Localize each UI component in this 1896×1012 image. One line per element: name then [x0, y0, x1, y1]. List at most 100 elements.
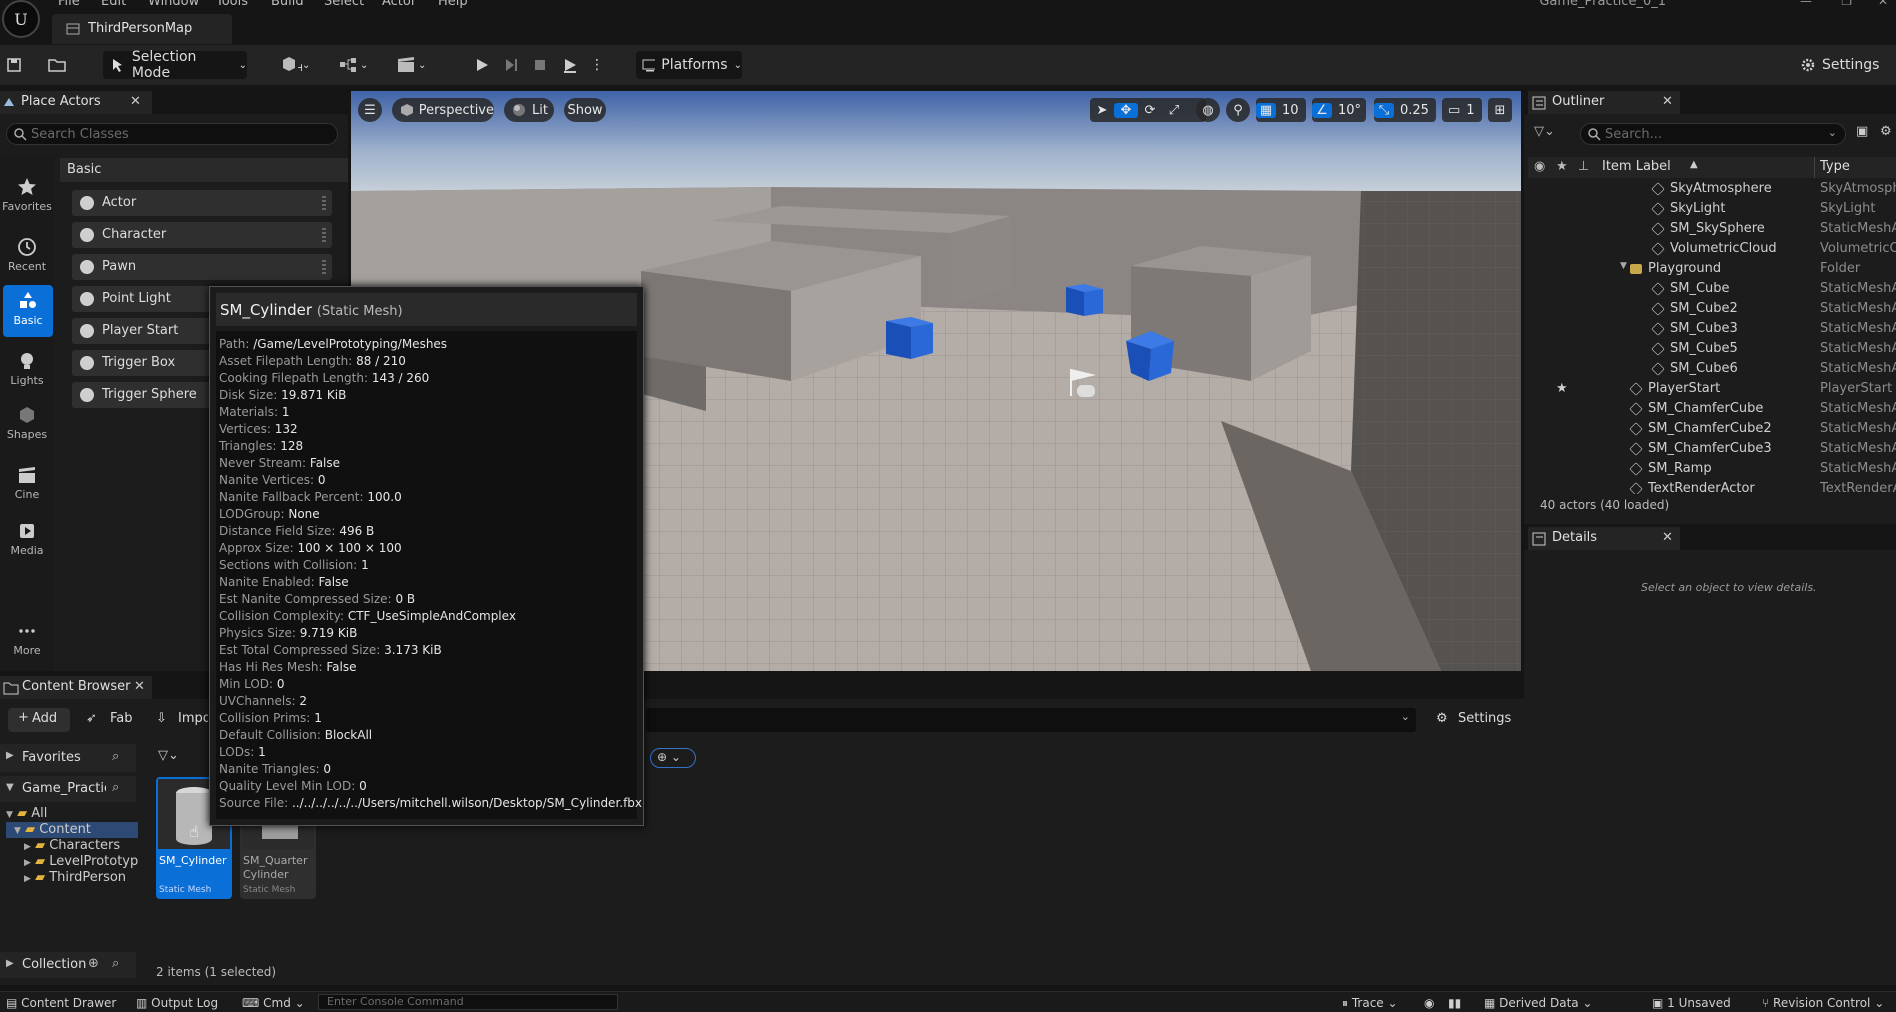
search-classes-input[interactable]: Search Classes — [6, 123, 338, 145]
close-icon[interactable]: ✕ — [1662, 94, 1673, 109]
actor-item-character[interactable]: Character — [72, 222, 332, 248]
grid-snap-toggle[interactable]: ▦ 10 — [1256, 98, 1306, 122]
platforms-dropdown[interactable]: Platforms ⌄ — [636, 51, 742, 79]
outliner-row[interactable]: SM_Cube StaticMeshActor — [1528, 279, 1896, 299]
rotation-snap-toggle[interactable]: ∠ 10° — [1312, 98, 1366, 122]
browse-folder-icon[interactable] — [48, 51, 72, 79]
close-icon[interactable]: ✕ — [130, 94, 141, 109]
outliner-row[interactable]: SkyLight SkyLight — [1528, 199, 1896, 219]
selection-mode-dropdown[interactable]: Selection Mode ⌄ — [103, 49, 247, 81]
stop-icon[interactable] — [532, 51, 556, 79]
add-actor-button[interactable]: + ⌄ — [280, 51, 322, 79]
tab-place-actors[interactable]: Place Actors ✕ — [0, 91, 152, 114]
outliner-row[interactable]: SM_ChamferCube StaticMeshActor — [1528, 399, 1896, 419]
filter-icon[interactable]: ▽⌄ — [158, 748, 190, 768]
column-divider[interactable] — [1814, 157, 1815, 178]
tab-details[interactable]: Details ✕ — [1528, 527, 1680, 550]
derived-data-dropdown[interactable]: ▦ Derived Data ⌄ — [1484, 996, 1593, 1010]
minimize-icon[interactable]: — — [1800, 0, 1812, 8]
surface-snapping-icon[interactable]: ⚲ — [1226, 98, 1250, 122]
actor-item-actor[interactable]: Actor — [72, 190, 332, 216]
outliner-row[interactable]: SM_ChamferCube3 StaticMeshActor — [1528, 439, 1896, 459]
category-more[interactable]: More — [0, 615, 54, 667]
menu-actor[interactable]: Actor — [382, 0, 416, 9]
show-flags-button[interactable]: Show — [564, 98, 606, 122]
category-basic[interactable]: Basic — [3, 285, 53, 337]
outliner-row[interactable]: ▼ Playground Folder — [1528, 259, 1896, 279]
close-icon[interactable]: ✕ — [134, 679, 145, 694]
drag-handle-icon[interactable] — [322, 196, 326, 210]
outliner-row[interactable]: SM_Cube5 StaticMeshActor — [1528, 339, 1896, 359]
outliner-search-input[interactable]: Search... ⌄ — [1580, 123, 1846, 145]
content-settings-button[interactable]: ⚙ Settings — [1436, 708, 1516, 732]
category-lights[interactable]: Lights — [0, 345, 54, 397]
content-drawer-button[interactable]: ▤ Content Drawer — [6, 996, 116, 1010]
camera-speed-button[interactable]: ▭ 1 — [1442, 98, 1482, 122]
advance-frame-icon[interactable] — [504, 51, 528, 79]
output-log-button[interactable]: ▥ Output Log — [136, 996, 218, 1010]
column-item-label[interactable]: Item Label — [1602, 159, 1671, 174]
outliner-row[interactable]: SM_Cube6 StaticMeshActor — [1528, 359, 1896, 379]
drag-handle-icon[interactable] — [322, 260, 326, 274]
tree-item-content[interactable]: ▼ ▰ Content — [6, 822, 138, 838]
move-tool-icon[interactable]: ✥ — [1114, 102, 1138, 118]
menu-file[interactable]: File — [58, 0, 80, 9]
unsaved-button[interactable]: ▣ 1 Unsaved — [1652, 996, 1731, 1010]
eject-icon[interactable] — [562, 51, 586, 79]
menu-build[interactable]: Build — [271, 0, 304, 9]
console-command-input[interactable]: Enter Console Command — [318, 994, 618, 1010]
unreal-logo-icon[interactable]: U — [2, 0, 40, 38]
tab-content-browser[interactable]: Content Browser ✕ — [0, 676, 152, 699]
world-space-icon[interactable]: ◍ — [1196, 98, 1220, 122]
outliner-row[interactable]: SM_ChamferCube2 StaticMeshActor — [1528, 419, 1896, 439]
outliner-row[interactable]: VolumetricCloud VolumetricCloud — [1528, 239, 1896, 259]
category-favorites[interactable]: Favorites — [0, 171, 54, 223]
outliner-row[interactable]: SM_Cube3 StaticMeshActor — [1528, 319, 1896, 339]
add-filter-button[interactable]: ⊕ ⌄ — [650, 748, 696, 768]
filter-icon[interactable]: ▽⌄ — [1534, 124, 1564, 144]
scale-snap-toggle[interactable]: ⤡ 0.25 — [1374, 98, 1436, 122]
column-type[interactable]: Type — [1820, 159, 1850, 174]
record-icon[interactable]: ◉ — [1424, 996, 1434, 1010]
menu-window[interactable]: Window — [148, 0, 199, 9]
star-icon[interactable]: ★ — [1556, 381, 1568, 396]
menu-select[interactable]: Select — [324, 0, 364, 9]
add-button[interactable]: + Add — [8, 708, 70, 732]
menu-help[interactable]: Help — [438, 0, 468, 9]
drag-handle-icon[interactable] — [322, 228, 326, 242]
pause-icon[interactable]: ▮▮ — [1448, 996, 1461, 1010]
trace-dropdown[interactable]: ⏸ Trace ⌄ — [1342, 996, 1398, 1011]
revision-control-dropdown[interactable]: ⑂ Revision Control ⌄ — [1762, 996, 1884, 1010]
save-icon[interactable] — [6, 51, 30, 79]
perspective-button[interactable]: Perspective — [392, 98, 494, 122]
menu-edit[interactable]: Edit — [101, 0, 126, 9]
tab-third-person-map[interactable]: ThirdPersonMap — [52, 14, 232, 44]
fab-button[interactable]: ➶ Fab — [86, 708, 138, 732]
tree-item-thirdperson[interactable]: ▶ ▰ ThirdPerson — [24, 870, 126, 885]
search-icon[interactable]: ⌕ — [112, 956, 119, 971]
maximize-icon[interactable]: ❐ — [1841, 0, 1852, 8]
viewport-layout-icon[interactable]: ⊞ — [1488, 98, 1512, 122]
search-icon[interactable]: ⌕ — [112, 749, 119, 764]
chevron-down-icon[interactable]: ▼ — [1620, 261, 1627, 271]
settings-button[interactable]: Settings — [1800, 51, 1892, 79]
pin-icon[interactable]: ⊥ — [1578, 159, 1589, 174]
viewport-menu-icon[interactable]: ☰ — [358, 98, 382, 122]
collection-section-header[interactable]: ▶ Collection ⊕ ⌕ — [0, 952, 136, 978]
gear-icon[interactable]: ⚙ — [1880, 124, 1894, 142]
add-collection-icon[interactable]: ⊕ — [88, 956, 99, 971]
visibility-eye-icon[interactable]: ◉ — [1534, 159, 1545, 174]
tree-item-all[interactable]: ▼ ▰ All — [6, 806, 47, 821]
import-button[interactable]: ⇩ Impo — [156, 708, 208, 732]
tree-item-characters[interactable]: ▶ ▰ Characters — [24, 838, 120, 853]
project-section-header[interactable]: ▼ Game_Practic ⌕ — [0, 776, 136, 802]
play-icon[interactable] — [474, 51, 498, 79]
content-search-input[interactable]: ⌄ — [646, 708, 1416, 732]
close-icon[interactable]: ✕ — [1662, 530, 1673, 545]
cinematics-button[interactable]: ⌄ — [396, 51, 438, 79]
outliner-row[interactable]: SM_Ramp StaticMeshActor — [1528, 459, 1896, 479]
star-icon[interactable]: ★ — [1556, 159, 1568, 174]
close-window-icon[interactable]: ✕ — [1878, 0, 1888, 8]
lit-view-mode-button[interactable]: Lit — [504, 98, 554, 122]
category-media[interactable]: Media — [0, 515, 54, 567]
